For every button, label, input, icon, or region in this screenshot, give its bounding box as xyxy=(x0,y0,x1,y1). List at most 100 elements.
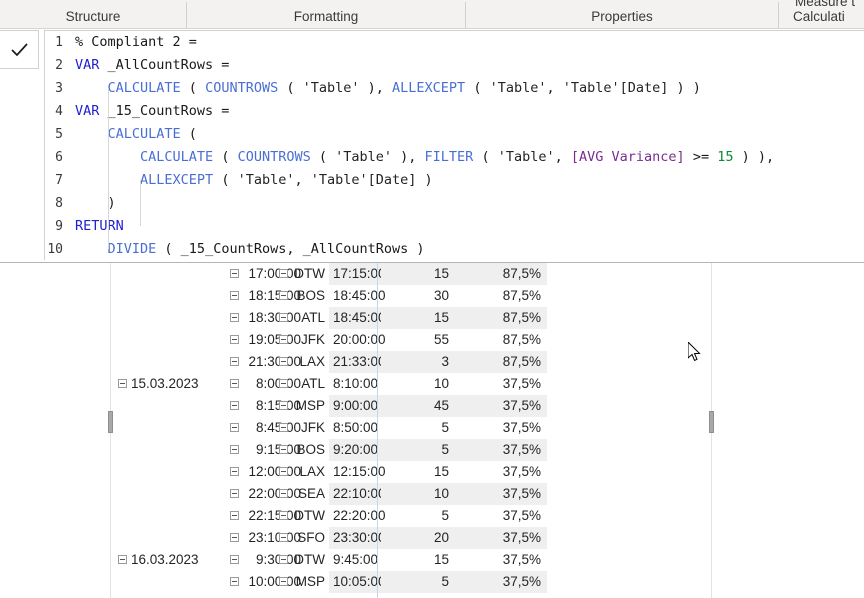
table-row[interactable]: 17:00:00 DTW 17:15:00 15 87,5% xyxy=(0,263,864,285)
destination-group-toggle[interactable] xyxy=(277,461,289,483)
departure-group-toggle[interactable] xyxy=(228,461,240,483)
collapse-toggle-icon[interactable] xyxy=(278,576,288,586)
table-row[interactable]: 12:00:00BOS12:30:003037,5% xyxy=(0,593,864,598)
destination-group-toggle[interactable] xyxy=(277,527,289,549)
collapse-toggle-icon[interactable] xyxy=(278,510,288,520)
collapse-toggle-icon[interactable] xyxy=(278,444,288,454)
destination-group-toggle[interactable] xyxy=(277,285,289,307)
ribbon-group-properties[interactable]: Properties xyxy=(466,0,778,28)
collapse-toggle-icon[interactable] xyxy=(278,378,288,388)
destination-group-toggle[interactable] xyxy=(277,439,289,461)
code-line[interactable]: 9 RETURN xyxy=(45,215,864,238)
destination-group-toggle[interactable] xyxy=(277,263,289,285)
code-line[interactable]: 6 CALCULATE ( COUNTROWS ( 'Table' ), FIL… xyxy=(45,146,864,169)
collapse-toggle-icon[interactable] xyxy=(229,466,239,476)
departure-group-toggle[interactable] xyxy=(228,263,240,285)
collapse-toggle-icon[interactable] xyxy=(117,378,127,388)
departure-group-toggle[interactable] xyxy=(228,549,240,571)
departure-group-toggle[interactable] xyxy=(228,527,240,549)
collapse-toggle-icon[interactable] xyxy=(229,378,239,388)
collapse-toggle-icon[interactable] xyxy=(278,488,288,498)
departure-group-toggle[interactable] xyxy=(228,439,240,461)
table-row[interactable]: 9:15:00BOS9:20:00537,5% xyxy=(0,439,864,461)
departure-group-toggle[interactable] xyxy=(228,571,240,593)
collapse-toggle-icon[interactable] xyxy=(278,400,288,410)
collapse-toggle-icon[interactable] xyxy=(229,312,239,322)
collapse-toggle-icon[interactable] xyxy=(229,422,239,432)
departure-group-toggle[interactable] xyxy=(228,395,240,417)
table-row[interactable]: 15.03.20238:00:00ATL8:10:001037,5% xyxy=(0,373,864,395)
destination-group-toggle[interactable] xyxy=(277,351,289,373)
collapse-toggle-icon[interactable] xyxy=(229,532,239,542)
code-line[interactable]: 5 CALCULATE ( xyxy=(45,123,864,146)
destination-group-toggle[interactable] xyxy=(277,571,289,593)
departure-group-toggle[interactable] xyxy=(228,593,240,598)
departure-group-toggle[interactable] xyxy=(228,505,240,527)
destination-group-toggle[interactable] xyxy=(277,505,289,527)
table-row[interactable]: 12:00:00 LAX 12:15:00 15 37,5% xyxy=(0,461,864,483)
collapse-toggle-icon[interactable] xyxy=(229,356,239,366)
code-line[interactable]: 2 VAR _AllCountRows = xyxy=(45,54,864,77)
collapse-toggle-icon[interactable] xyxy=(229,400,239,410)
collapse-toggle-icon[interactable] xyxy=(278,356,288,366)
departure-group-toggle[interactable] xyxy=(228,483,240,505)
destination-group-toggle[interactable] xyxy=(277,395,289,417)
departure-group-toggle[interactable] xyxy=(228,307,240,329)
collapse-toggle-icon[interactable] xyxy=(229,576,239,586)
collapse-toggle-icon[interactable] xyxy=(278,422,288,432)
data-table-visual[interactable]: 17:00:00 DTW 17:15:00 15 87,5% 18:15:00 BOS 18:… xyxy=(0,262,864,598)
code-line[interactable]: 8 ) xyxy=(45,192,864,215)
collapse-toggle-icon[interactable] xyxy=(229,334,239,344)
table-row[interactable]: 8:45:00JFK8:50:00537,5% xyxy=(0,417,864,439)
destination-group-toggle[interactable] xyxy=(277,549,289,571)
destination-group-toggle[interactable] xyxy=(277,417,289,439)
right-pane-splitter-grip[interactable] xyxy=(709,411,714,433)
departure-group-toggle[interactable] xyxy=(228,329,240,351)
date-group-toggle[interactable] xyxy=(116,373,128,395)
table-row[interactable]: 18:30:00 ATL 18:45:00 15 87,5% xyxy=(0,307,864,329)
table-row[interactable]: 18:15:00 BOS 18:45:00 30 87,5% xyxy=(0,285,864,307)
collapse-toggle-icon[interactable] xyxy=(278,334,288,344)
destination-group-toggle[interactable] xyxy=(277,373,289,395)
table-row[interactable]: 22:15:00 DTW 22:20:00 5 37,5% xyxy=(0,505,864,527)
table-row[interactable]: 23:10:00 SFO 23:30:00 20 37,5% xyxy=(0,527,864,549)
code-line[interactable]: 3 CALCULATE ( COUNTROWS ( 'Table' ), ALL… xyxy=(45,77,864,100)
collapse-toggle-icon[interactable] xyxy=(229,510,239,520)
collapse-toggle-icon[interactable] xyxy=(278,290,288,300)
code-line[interactable]: 4 VAR _15_CountRows = xyxy=(45,100,864,123)
collapse-toggle-icon[interactable] xyxy=(278,532,288,542)
table-body[interactable]: 17:00:00 DTW 17:15:00 15 87,5% 18:15:00 BOS 18:… xyxy=(0,263,864,598)
dax-code-editor[interactable]: 1% Compliant 2 = 2 VAR _AllCountRows = 3 CA… xyxy=(44,30,864,260)
ribbon-group-calculations[interactable]: Calculati xyxy=(779,0,864,28)
code-line[interactable]: 10 DIVIDE ( _15_CountRows, _AllCountRows… xyxy=(45,238,864,260)
departure-group-toggle[interactable] xyxy=(228,417,240,439)
collapse-toggle-icon[interactable] xyxy=(229,488,239,498)
code-line[interactable]: 1 % Compliant 2 = xyxy=(45,31,864,54)
collapse-toggle-icon[interactable] xyxy=(278,312,288,322)
code-line[interactable]: 7 ALLEXCEPT ( 'Table', 'Table'[Date] ) xyxy=(45,169,864,192)
collapse-toggle-icon[interactable] xyxy=(229,444,239,454)
table-row[interactable]: 16.03.20239:30:00DTW9:45:001537,5% xyxy=(0,549,864,571)
ribbon-group-structure[interactable]: Structure xyxy=(0,0,186,28)
destination-group-toggle[interactable] xyxy=(277,483,289,505)
collapse-toggle-icon[interactable] xyxy=(229,268,239,278)
ribbon-group-formatting[interactable]: Formatting xyxy=(187,0,465,28)
dax-code-body[interactable]: 1% Compliant 2 = 2 VAR _AllCountRows = 3 CA… xyxy=(45,31,864,260)
date-group-toggle[interactable] xyxy=(116,549,128,571)
table-row[interactable]: 10:00:00 MSP 10:05:00 5 37,5% xyxy=(0,571,864,593)
departure-group-toggle[interactable] xyxy=(228,373,240,395)
departure-group-toggle[interactable] xyxy=(228,285,240,307)
collapse-toggle-icon[interactable] xyxy=(278,466,288,476)
collapse-toggle-icon[interactable] xyxy=(229,290,239,300)
table-row[interactable]: 22:00:00 SEA 22:10:00 10 37,5% xyxy=(0,483,864,505)
collapse-toggle-icon[interactable] xyxy=(229,554,239,564)
collapse-toggle-icon[interactable] xyxy=(117,554,127,564)
left-pane-splitter-grip[interactable] xyxy=(108,411,113,433)
destination-group-toggle[interactable] xyxy=(277,307,289,329)
collapse-toggle-icon[interactable] xyxy=(278,268,288,278)
commit-checkmark-button[interactable] xyxy=(0,30,39,69)
table-row[interactable]: 19:05:00 JFK 20:00:00 55 87,5% xyxy=(0,329,864,351)
destination-group-toggle[interactable] xyxy=(277,329,289,351)
collapse-toggle-icon[interactable] xyxy=(278,554,288,564)
destination-group-toggle[interactable] xyxy=(277,593,289,598)
